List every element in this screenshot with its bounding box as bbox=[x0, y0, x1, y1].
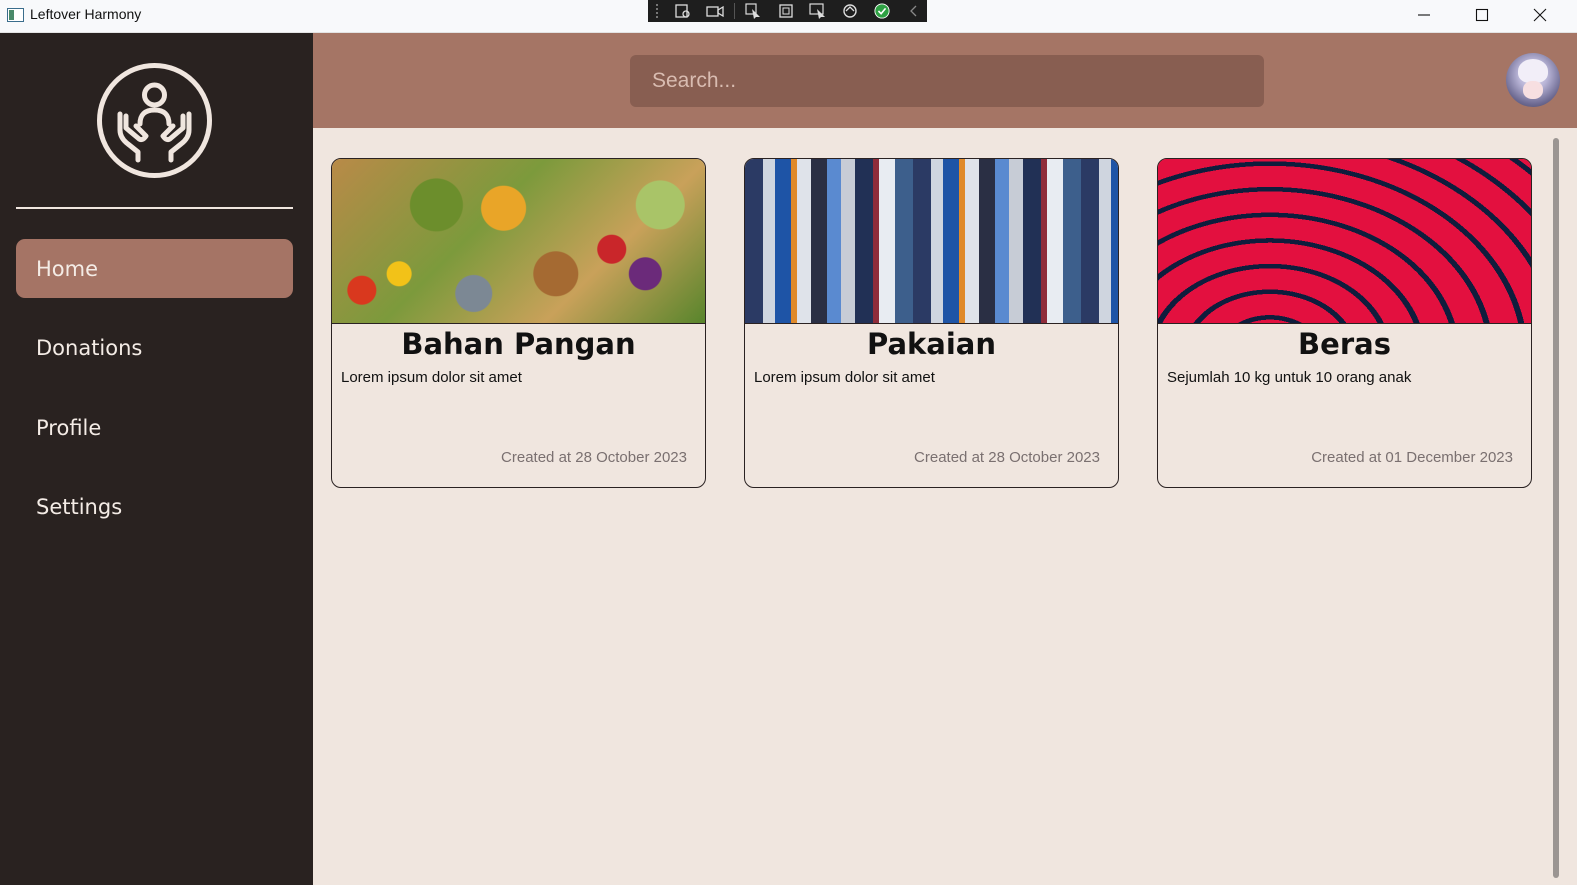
toolbar-grip-icon[interactable] bbox=[656, 4, 662, 18]
card-description: Lorem ipsum dolor sit amet bbox=[341, 369, 522, 386]
sidebar-item-donations[interactable]: Donations bbox=[16, 318, 293, 377]
toolbar-separator bbox=[734, 3, 735, 19]
donation-card-bahan-pangan[interactable]: Bahan Pangan Lorem ipsum dolor sit amet … bbox=[331, 158, 706, 488]
card-title: Bahan Pangan bbox=[401, 327, 636, 361]
top-header bbox=[313, 33, 1577, 128]
select-element-icon[interactable] bbox=[741, 2, 767, 20]
sidebar-item-settings[interactable]: Settings bbox=[16, 477, 293, 536]
binding-ok-icon[interactable] bbox=[869, 2, 895, 20]
title-bar: Leftover Harmony bbox=[0, 0, 1577, 33]
close-button[interactable] bbox=[1511, 0, 1569, 30]
sidebar-item-label: Donations bbox=[36, 335, 143, 360]
sidebar-item-label: Home bbox=[36, 256, 99, 281]
search-input[interactable] bbox=[630, 55, 1264, 107]
donation-card-beras[interactable]: Beras Sejumlah 10 kg untuk 10 orang anak… bbox=[1157, 158, 1532, 488]
vertical-scrollbar[interactable] bbox=[1553, 138, 1559, 878]
sidebar-divider bbox=[16, 207, 293, 209]
card-description: Lorem ipsum dolor sit amet bbox=[754, 369, 935, 386]
card-title: Beras bbox=[1298, 327, 1391, 361]
display-layout-adorners-icon[interactable] bbox=[773, 2, 799, 20]
minimize-icon bbox=[1418, 14, 1430, 16]
video-record-icon[interactable] bbox=[702, 2, 728, 20]
debug-toolbar bbox=[648, 0, 927, 22]
app-icon bbox=[7, 8, 24, 22]
sidebar-item-profile[interactable]: Profile bbox=[16, 398, 293, 457]
close-icon bbox=[1533, 8, 1547, 22]
live-tree-icon[interactable] bbox=[670, 2, 696, 20]
sidebar-item-label: Profile bbox=[36, 415, 102, 440]
minimize-button[interactable] bbox=[1395, 0, 1453, 30]
card-description: Sejumlah 10 kg untuk 10 orang anak bbox=[1167, 369, 1412, 386]
card-created-date: Created at 28 October 2023 bbox=[914, 449, 1100, 466]
card-image-red-pattern bbox=[1158, 159, 1531, 324]
charity-hands-logo-icon bbox=[97, 63, 212, 178]
avatar[interactable] bbox=[1506, 53, 1560, 107]
window-title: Leftover Harmony bbox=[30, 6, 142, 22]
sidebar-item-home[interactable]: Home bbox=[16, 239, 293, 298]
card-title: Pakaian bbox=[866, 327, 997, 361]
track-focus-icon[interactable] bbox=[805, 2, 831, 20]
collapse-toolbar-icon[interactable] bbox=[901, 2, 927, 20]
card-image-vegetables bbox=[332, 159, 705, 324]
card-created-date: Created at 28 October 2023 bbox=[501, 449, 687, 466]
sidebar-item-label: Settings bbox=[36, 494, 123, 519]
donation-card-pakaian[interactable]: Pakaian Lorem ipsum dolor sit amet Creat… bbox=[744, 158, 1119, 488]
hot-reload-icon[interactable] bbox=[837, 2, 863, 20]
card-image-clothes bbox=[745, 159, 1118, 324]
maximize-icon bbox=[1475, 8, 1489, 22]
maximize-button[interactable] bbox=[1453, 0, 1511, 30]
card-created-date: Created at 01 December 2023 bbox=[1311, 449, 1513, 466]
sidebar: Home Donations Profile Settings bbox=[0, 33, 313, 885]
